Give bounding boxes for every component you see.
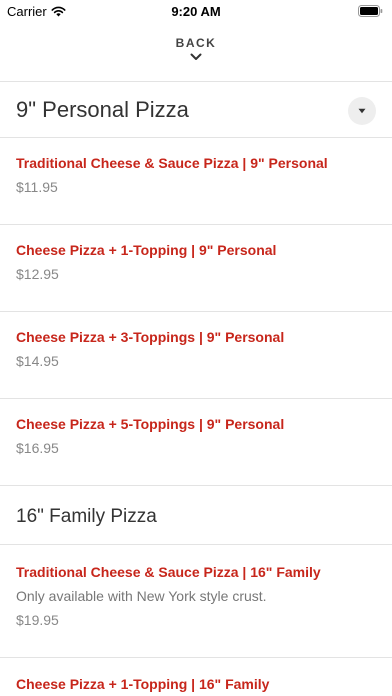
item-divider (0, 485, 392, 486)
item-divider (0, 224, 392, 225)
item-name: Cheese Pizza + 5-Toppings | 9" Personal (16, 416, 285, 432)
item-description: Only available with New York style crust… (16, 588, 267, 604)
status-bar: Carrier 9:20 AM (0, 0, 392, 22)
item-divider (0, 657, 392, 658)
item-name: Cheese Pizza + 1-Topping | 9" Personal (16, 242, 277, 258)
item-name: Traditional Cheese & Sauce Pizza | 9" Pe… (16, 155, 328, 171)
item-price: $19.95 (16, 612, 59, 628)
chevron-down-icon (190, 53, 202, 60)
item-name: Cheese Pizza + 1-Topping | 16" Family (16, 676, 270, 692)
header-divider (0, 81, 392, 82)
section-divider (0, 544, 392, 545)
status-time: 9:20 AM (171, 4, 221, 19)
section-title: 16" Family Pizza (16, 506, 157, 527)
section-dropdown-button[interactable] (348, 97, 376, 125)
back-button[interactable]: BACK (0, 36, 392, 74)
item-price: $16.95 (16, 440, 59, 456)
item-price: $11.95 (16, 179, 58, 195)
item-price: $14.95 (16, 353, 59, 369)
item-divider (0, 398, 392, 399)
item-name: Cheese Pizza + 3-Toppings | 9" Personal (16, 329, 285, 345)
back-label: BACK (175, 36, 217, 50)
battery-icon (358, 5, 383, 17)
item-price: $12.95 (16, 266, 59, 282)
section-divider (0, 137, 392, 138)
section-title: 9" Personal Pizza (16, 97, 189, 122)
item-divider (0, 311, 392, 312)
item-name: Traditional Cheese & Sauce Pizza | 16" F… (16, 564, 321, 580)
dropdown-triangle-icon (358, 108, 366, 114)
